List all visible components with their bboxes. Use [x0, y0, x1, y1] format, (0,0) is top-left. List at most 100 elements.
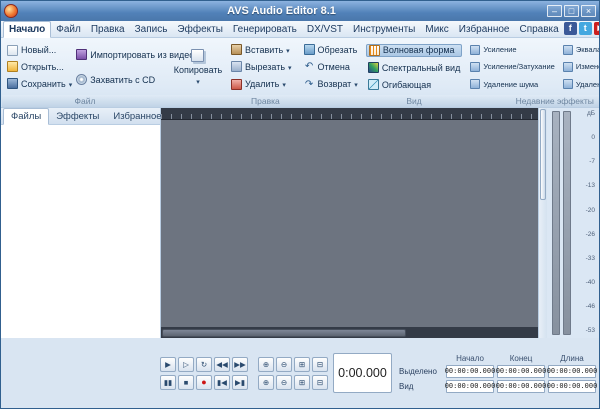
rewind-button[interactable]: ◀◀	[214, 356, 230, 372]
tab-edit[interactable]: Правка	[86, 22, 130, 37]
loop-button[interactable]: ↻	[196, 356, 212, 372]
undo-button[interactable]: ↶ Отмена	[302, 61, 360, 72]
maximize-button[interactable]: □	[564, 5, 579, 17]
chevron-down-icon	[286, 45, 290, 55]
sidebar: Файлы Эффекты Избранное	[1, 108, 162, 338]
copy-icon	[190, 48, 204, 62]
horizontal-scrollbar[interactable]	[161, 327, 538, 338]
paste-icon	[231, 44, 242, 56]
timeline-ruler[interactable]	[161, 108, 538, 120]
twitter-icon[interactable]: t	[578, 22, 592, 35]
tempo-icon	[562, 61, 573, 72]
cut-button[interactable]: Вырезать	[229, 61, 294, 73]
amplify-icon	[470, 44, 481, 55]
redo-button[interactable]: ↷ Возврат	[302, 79, 360, 90]
facebook-icon[interactable]: f	[563, 22, 577, 35]
db-scale: дБ 0 -7 -13 -20 -26 -33 -40 -46 -53	[585, 110, 595, 335]
group-label-file: Файл	[2, 95, 168, 107]
tab-tools[interactable]: Инструменты	[348, 22, 420, 37]
tab-generate[interactable]: Генерировать	[228, 22, 302, 37]
main-content: Файлы Эффекты Избранное дБ 0 -7 -13 -20 …	[1, 108, 599, 338]
ribbon-group-edit: Копировать Вставить Обрезать	[168, 39, 363, 107]
selection-start-field[interactable]: 00:00:00.000	[445, 364, 495, 378]
delete-button[interactable]: Удалить	[229, 78, 294, 90]
tab-record[interactable]: Запись	[130, 22, 173, 37]
selection-end-field[interactable]: 00:00:00.000	[496, 364, 546, 378]
tab-dxvst[interactable]: DX/VST	[302, 22, 348, 37]
position-fields: Начало Конец Длина Выделено 00:00:00.000…	[397, 353, 597, 393]
sidebar-tab-files[interactable]: Файлы	[3, 108, 50, 125]
zoom-in-button[interactable]: ⊕	[258, 356, 274, 372]
ribbon-group-recent-effects: Усиление Усиление/Затухание Удаление шум…	[465, 39, 599, 107]
files-list	[1, 125, 160, 338]
noise-removal-button[interactable]: Удаление шума	[468, 79, 556, 90]
transport-controls: ▶ ▷ ↻ ◀◀ ▶▶ ⊕ ⊖ ⊞ ⊟ ▮▮ ■ ● ▮◀ ▶▮ ⊕ ⊖ ⊞ ⊟	[160, 356, 328, 390]
tab-help[interactable]: Справка	[514, 22, 563, 37]
view-start-field[interactable]: 00:00:00.000	[445, 379, 495, 393]
pause-button[interactable]: ▮▮	[160, 374, 176, 390]
fade-button[interactable]: Усиление/Затухание	[468, 61, 556, 72]
open-button[interactable]: Открыть...	[5, 61, 74, 73]
waveform-panel	[161, 108, 538, 338]
spectral-icon	[367, 62, 379, 74]
ribbon: Новый... Открыть... Сохранить ▾ Импортир…	[1, 38, 599, 108]
tempo-change-button[interactable]: Изменение темпа	[561, 61, 599, 72]
undo-arrow-icon: ↶	[304, 61, 314, 73]
copy-button[interactable]: Копировать	[171, 41, 225, 93]
zoom-full-button[interactable]: ⊟	[312, 356, 328, 372]
play-selection-button[interactable]: ▷	[178, 356, 194, 372]
close-button[interactable]: ×	[581, 5, 596, 17]
sidebar-tab-effects[interactable]: Эффекты	[49, 109, 106, 124]
play-button[interactable]: ▶	[160, 356, 176, 372]
minimize-button[interactable]: –	[547, 5, 562, 17]
paste-button[interactable]: Вставить	[229, 44, 294, 56]
save-button[interactable]: Сохранить	[5, 78, 74, 90]
record-button[interactable]: ●	[196, 374, 212, 390]
tab-file[interactable]: Файл	[51, 22, 86, 37]
chevron-down-icon	[288, 62, 292, 72]
status-bar: ▶ ▷ ↻ ◀◀ ▶▶ ⊕ ⊖ ⊞ ⊟ ▮▮ ■ ● ▮◀ ▶▮ ⊕ ⊖ ⊞ ⊟…	[1, 338, 599, 408]
menu-bar: Начало Файл Правка Запись Эффекты Генери…	[1, 21, 599, 38]
vertical-zoom-selection-button[interactable]: ⊞	[294, 374, 310, 390]
silence-removal-button[interactable]: Удаление тишины	[561, 79, 599, 90]
view-row-label: Вид	[399, 381, 414, 391]
forward-button[interactable]: ▶▶	[232, 356, 248, 372]
new-button[interactable]: Новый...	[5, 44, 74, 56]
new-file-icon	[7, 44, 18, 56]
selection-length-field[interactable]: 00:00:00.000	[547, 364, 597, 378]
tab-mix[interactable]: Микс	[420, 22, 453, 37]
previous-button[interactable]: ▮◀	[214, 374, 230, 390]
column-end: Конец	[509, 353, 533, 363]
envelope-view-button[interactable]: Огибающая	[366, 79, 463, 91]
chevron-down-icon	[282, 79, 286, 89]
vertical-scrollbar[interactable]	[538, 108, 547, 338]
tab-home[interactable]: Начало	[3, 21, 52, 38]
amplify-button[interactable]: Усиление	[468, 44, 556, 55]
tab-favorites[interactable]: Избранное	[454, 22, 515, 37]
redo-arrow-icon: ↷	[304, 78, 314, 90]
window-title: AVS Audio Editor 8.1	[227, 5, 336, 17]
level-meter-right	[563, 111, 571, 335]
spectral-view-button[interactable]: Спектральный вид	[366, 62, 463, 74]
vertical-zoom-out-button[interactable]: ⊖	[276, 374, 292, 390]
view-end-field[interactable]: 00:00:00.000	[496, 379, 546, 393]
chevron-down-icon	[69, 79, 73, 89]
sidebar-tab-favorites[interactable]: Избранное	[106, 109, 168, 124]
next-button[interactable]: ▶▮	[232, 374, 248, 390]
vertical-zoom-full-button[interactable]: ⊟	[312, 374, 328, 390]
tab-effects[interactable]: Эффекты	[172, 22, 227, 37]
trim-button[interactable]: Обрезать	[302, 44, 360, 56]
waveform-canvas[interactable]	[161, 120, 538, 327]
equalizer-button[interactable]: Эквалайзер	[561, 44, 599, 55]
view-length-field[interactable]: 00:00:00.000	[547, 379, 597, 393]
vertical-zoom-in-button[interactable]: ⊕	[258, 374, 274, 390]
stop-button[interactable]: ■	[178, 374, 194, 390]
waveform-view-button[interactable]: Волновая форма	[365, 43, 463, 57]
titlebar: AVS Audio Editor 8.1 – □ ×	[1, 1, 599, 21]
youtube-icon[interactable]: ▶	[593, 22, 599, 35]
zoom-out-button[interactable]: ⊖	[276, 356, 292, 372]
column-start: Начало	[456, 353, 484, 363]
horizontal-scrollbar-thumb[interactable]	[162, 328, 406, 337]
zoom-selection-button[interactable]: ⊞	[294, 356, 310, 372]
vertical-scrollbar-thumb[interactable]	[540, 109, 546, 201]
